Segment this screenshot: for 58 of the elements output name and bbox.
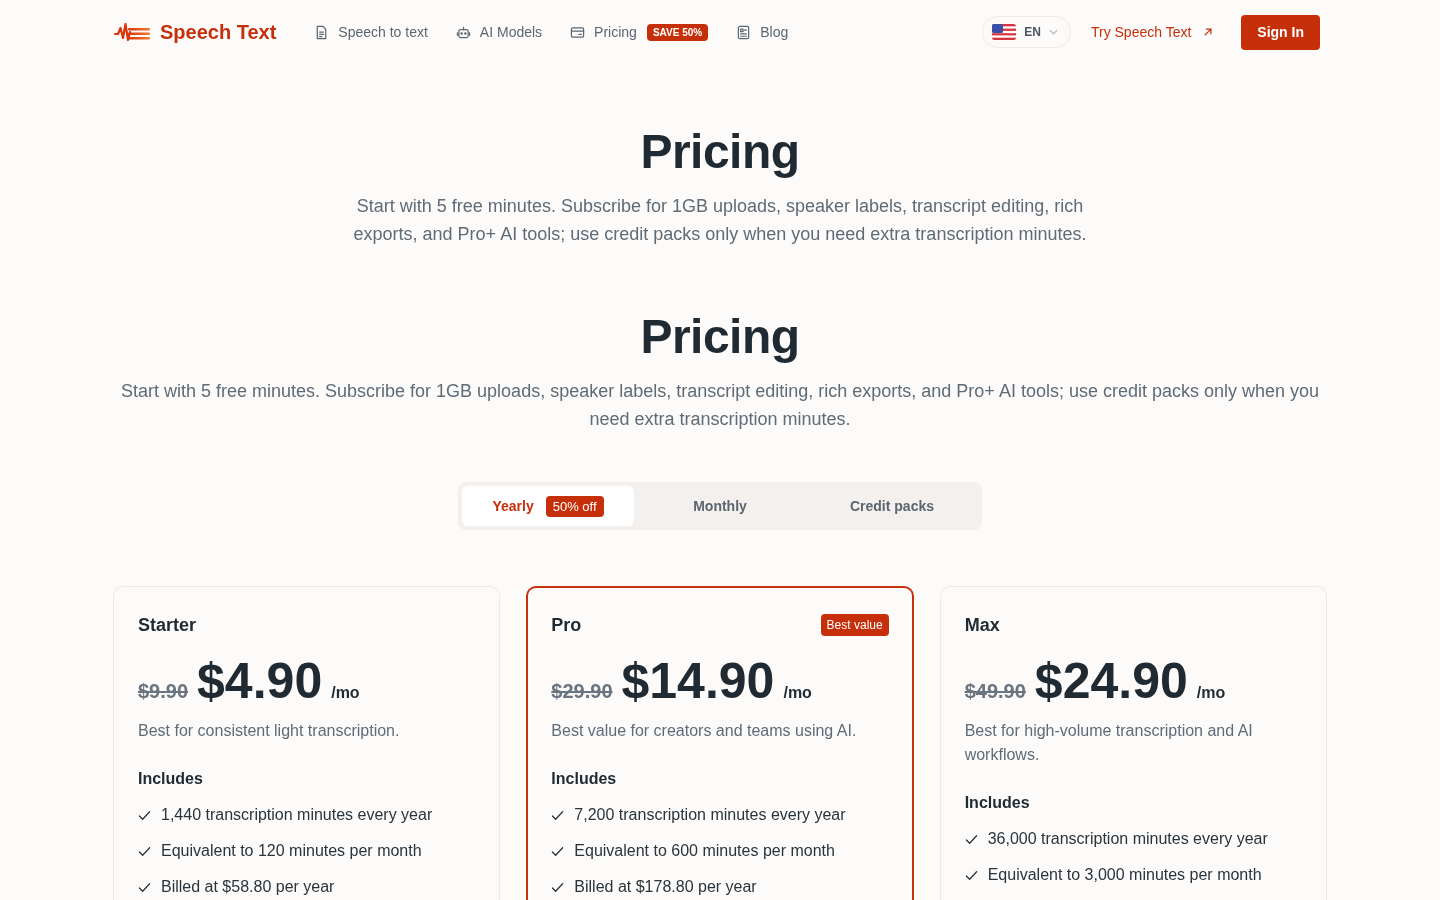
check-icon [964, 868, 978, 882]
feature-text: Billed at $178.80 per year [574, 877, 757, 897]
best-value-badge: Best value [820, 614, 889, 636]
check-icon [138, 844, 151, 858]
feature-text: Equivalent to 600 minutes per month [574, 841, 835, 861]
card-icon [570, 24, 586, 40]
section-subtitle: Start with 5 free minutes. Subscribe for 1GB uploads, speaker labels, transcript editing, rich exports, and Pro+ AI tools; use credit packs only when you need extra transcription minutes. [120, 380, 1320, 431]
includes-heading: Includes [138, 769, 204, 789]
page-title: Pricing [640, 124, 800, 180]
brand-logo-link[interactable]: Speech Text [114, 20, 277, 44]
plan-price: $4.90 [197, 653, 323, 709]
price-period: /mo [1196, 684, 1226, 702]
check-icon [138, 880, 151, 894]
check-icon [551, 808, 565, 822]
flag-icon [992, 24, 1017, 40]
feature-text: 36,000 transcription minutes every year [987, 829, 1268, 849]
plan-description: Best for consistent light transcription. [138, 721, 401, 741]
section-title: Pricing [640, 309, 800, 365]
price-period: /mo [331, 684, 360, 702]
nav-link[interactable]: AI Models [455, 24, 543, 40]
includes-heading: Includes [551, 769, 618, 789]
original-price: $9.90 [138, 680, 189, 703]
plan-description: Best value for creators and teams using AI. [551, 721, 858, 741]
waveform-logo-icon [114, 21, 150, 43]
article-icon [736, 24, 752, 40]
check-icon [551, 880, 565, 894]
chevron-down-icon [1048, 29, 1058, 35]
billing-tab[interactable]: Credit packs [806, 486, 978, 526]
robot-icon [455, 24, 471, 40]
discount-badge: SAVE 50% [646, 23, 709, 41]
billing-tab[interactable]: Yearly 50% off [462, 486, 634, 526]
check-icon [964, 832, 978, 846]
plan-name: Max [964, 614, 1000, 637]
original-price: $29.90 [551, 680, 613, 703]
check-icon [138, 808, 151, 822]
discount-badge: 50% off [545, 495, 604, 517]
feature-text: 1,440 transcription minutes every year [161, 805, 433, 825]
plan-name: Pro [551, 614, 582, 637]
arrow-up-right-icon [1203, 27, 1214, 37]
billing-tab[interactable]: Monthly [634, 486, 806, 526]
nav-link[interactable]: Speech to text [314, 24, 428, 40]
feature-text: 7,200 transcription minutes every year [574, 805, 846, 825]
feature-text: Equivalent to 3,000 minutes per month [987, 865, 1262, 885]
price-period: /mo [783, 684, 812, 702]
includes-heading: Includes [964, 793, 1031, 813]
plan-price: $14.90 [621, 653, 775, 709]
sign-in-button[interactable]: Sign In [1241, 14, 1320, 50]
try-app-link[interactable]: Try Speech Text [1090, 24, 1214, 40]
original-price: $49.90 [964, 680, 1026, 703]
plan-price: $24.90 [1034, 653, 1188, 709]
plan-description: Best for high-volume transcription and AI workflows. [964, 721, 1254, 765]
page-subtitle: Start with 5 free minutes. Subscribe for 1GB uploads, speaker labels, transcript editing, rich exports, and Pro+ AI tools; use credit packs only when you need extra transcription minutes. [352, 195, 1088, 246]
feature-text: Equivalent to 120 minutes per month [161, 841, 422, 861]
feature-text: Billed at $58.80 per year [161, 877, 335, 897]
nav-link[interactable]: Blog [736, 24, 789, 40]
nav-link[interactable]: Pricing [570, 24, 637, 40]
plan-name: Starter [138, 614, 197, 637]
check-icon [551, 844, 565, 858]
